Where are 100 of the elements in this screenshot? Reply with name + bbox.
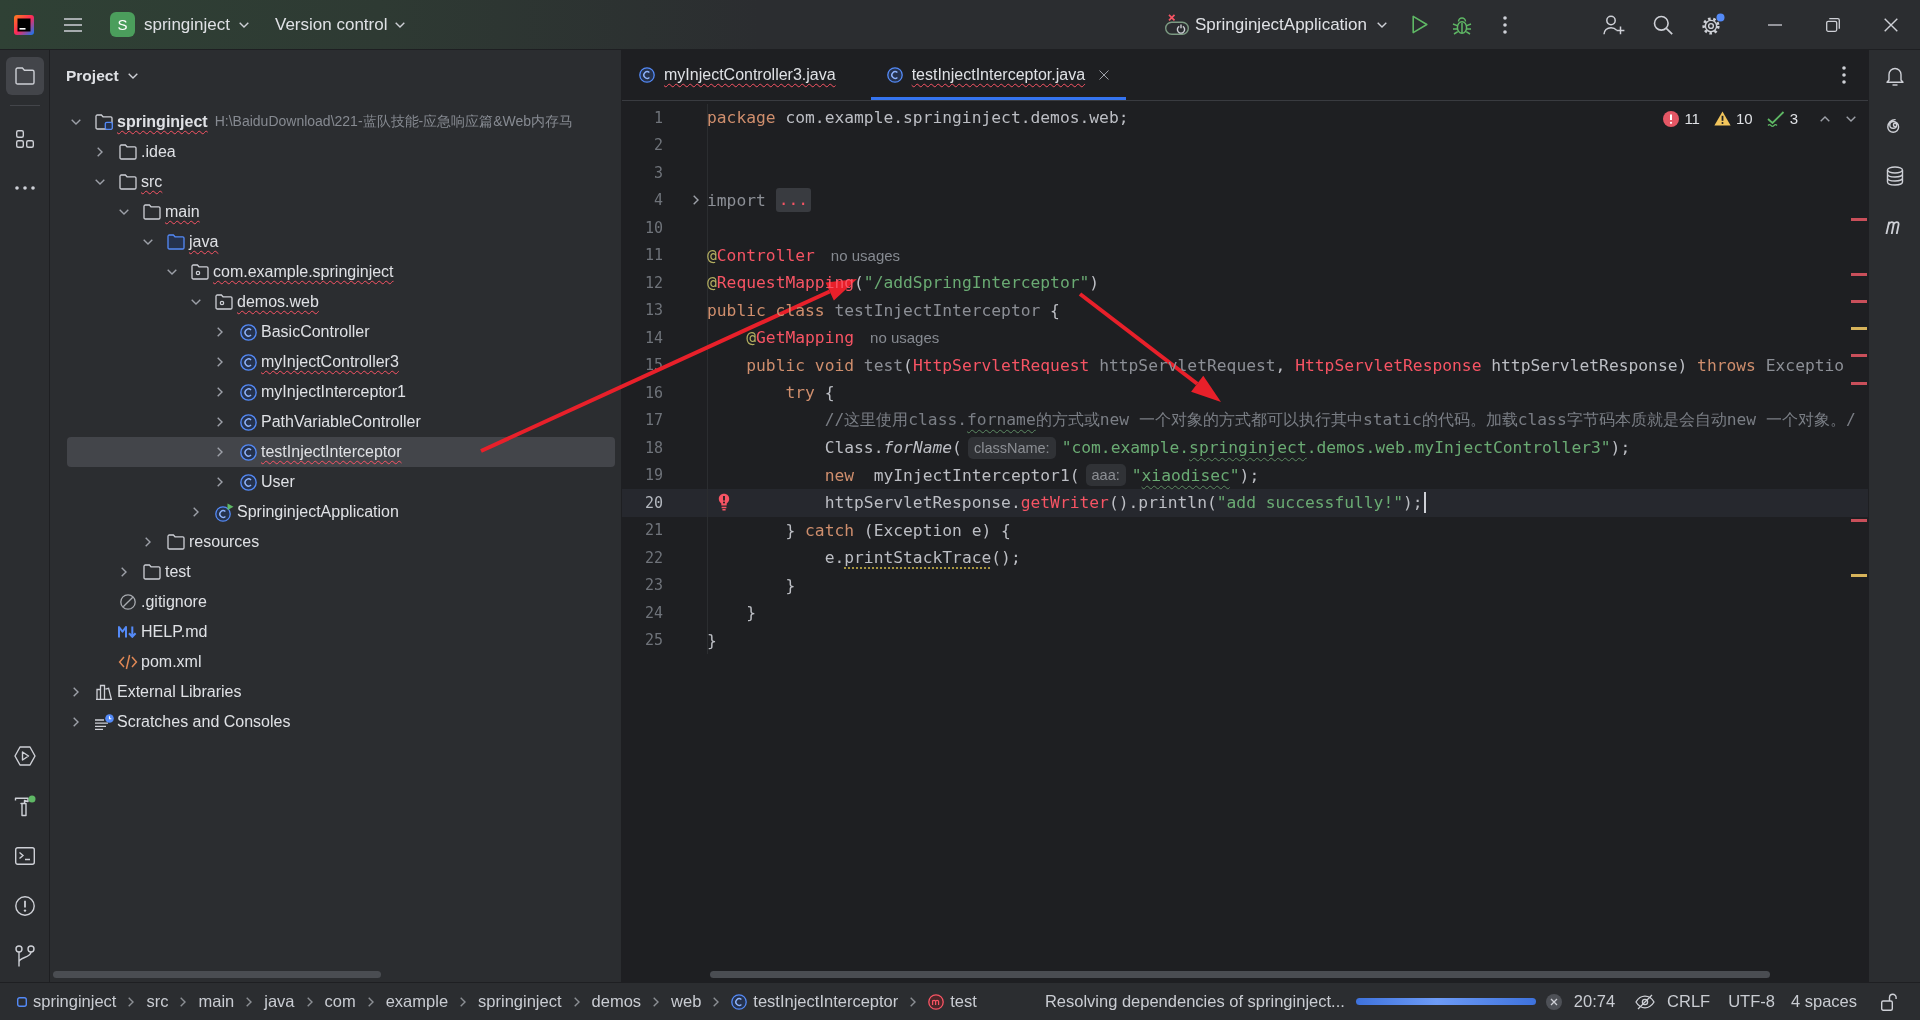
horizontal-scrollbar[interactable] [53, 971, 381, 978]
tree-item[interactable]: SpringinjectApplication [67, 497, 615, 527]
tree-item[interactable]: myInjectController3 [67, 347, 615, 377]
breadcrumb[interactable]: java [264, 992, 295, 1011]
close-icon[interactable] [1099, 70, 1110, 80]
tree-item[interactable]: demos.web [67, 287, 615, 317]
search-icon[interactable] [1653, 14, 1673, 35]
chevron-right-icon[interactable] [217, 387, 223, 397]
breadcrumb[interactable]: test [928, 992, 977, 1011]
tree-item[interactable]: Scratches and Consoles [67, 707, 615, 737]
play-icon[interactable] [1412, 15, 1428, 34]
bulb-icon[interactable] [718, 493, 730, 511]
tree-item[interactable]: User [67, 467, 615, 497]
warning-count[interactable]: 10 [1713, 110, 1753, 127]
eye-slash-icon[interactable] [1635, 993, 1656, 1010]
chevron-up-icon[interactable] [1820, 115, 1830, 122]
menu-icon[interactable] [64, 17, 82, 32]
tree-item[interactable]: springinject H:\BaiduDownload\221-蓝队技能-应急响应篇&Web内存马 [67, 107, 615, 137]
chevron-right-icon[interactable] [121, 567, 127, 577]
breadcrumb[interactable]: springinject [478, 992, 562, 1011]
bug-icon[interactable] [1452, 14, 1472, 35]
tree-item[interactable]: java [67, 227, 615, 257]
minimize-icon[interactable] [1768, 23, 1782, 26]
breadcrumb[interactable]: testInjectInterceptor [731, 992, 899, 1011]
tree-item[interactable]: pom.xml [67, 647, 615, 677]
tree-item[interactable]: testInjectInterceptor [67, 437, 615, 467]
breadcrumb[interactable]: web [671, 992, 702, 1011]
chevron-down-icon[interactable] [1846, 115, 1856, 122]
tree-item[interactable]: src [67, 167, 615, 197]
line-number: 23 [643, 576, 663, 595]
background-task-text[interactable]: Resolving dependencies of springinject... [1044, 992, 1345, 1011]
panel-title[interactable]: Project [66, 66, 138, 85]
restore-icon[interactable] [1826, 17, 1840, 32]
chevron-right-icon[interactable] [217, 447, 223, 457]
chevron-right-icon[interactable] [193, 507, 199, 517]
project-selector[interactable]: S springinject [110, 8, 249, 41]
branch-icon[interactable] [14, 945, 35, 967]
database-icon[interactable] [1885, 166, 1904, 186]
breadcrumb[interactable]: springinject [17, 992, 117, 1011]
chevron-down-icon[interactable] [191, 299, 201, 305]
terminal-icon[interactable] [14, 847, 35, 865]
tree-item[interactable]: main [67, 197, 615, 227]
tree-item[interactable]: External Libraries [67, 677, 615, 707]
settings-icon[interactable] [1701, 12, 1725, 37]
chevron-right-icon[interactable] [217, 357, 223, 367]
tree-item[interactable]: resources [67, 527, 615, 557]
tree-item[interactable]: .idea [67, 137, 615, 167]
tree-item[interactable]: com.example.springinject [67, 257, 615, 287]
tool-window-button[interactable] [5, 57, 44, 95]
chevron-down-icon[interactable] [143, 239, 153, 245]
tree-item[interactable]: HELP.md [67, 617, 615, 647]
line-separator[interactable]: CRLF [1667, 992, 1711, 1011]
chevron-right-icon[interactable] [217, 327, 223, 337]
tree-item[interactable]: PathVariableController [67, 407, 615, 437]
tree-item[interactable]: myInjectInterceptor1 [67, 377, 615, 407]
caret-position[interactable]: 20:74 [1573, 992, 1616, 1011]
tree-item[interactable]: BasicController [67, 317, 615, 347]
squares-icon[interactable] [14, 129, 35, 149]
tree-item[interactable]: .gitignore [67, 587, 615, 617]
breadcrumb[interactable]: src [146, 992, 169, 1011]
breadcrumb[interactable]: demos [591, 992, 642, 1011]
bell-icon[interactable] [1885, 66, 1904, 86]
error-count[interactable]: 11 [1663, 110, 1700, 127]
breadcrumb[interactable]: com [324, 992, 356, 1011]
typo-count[interactable]: 3 [1766, 110, 1798, 127]
padlock-icon[interactable] [1881, 992, 1897, 1011]
horizontal-scrollbar[interactable] [710, 971, 1770, 978]
chevron-down-icon[interactable] [119, 209, 129, 215]
vcs-selector[interactable]: Version control [275, 8, 406, 41]
ellipsis-icon[interactable] [14, 186, 35, 190]
breadcrumb[interactable]: main [198, 992, 235, 1011]
run-configuration-selector[interactable]: SpringinjectApplication [1165, 8, 1387, 41]
chevron-down-icon[interactable] [167, 269, 177, 275]
more-icon[interactable] [1503, 15, 1507, 34]
folder-icon[interactable] [14, 67, 35, 85]
tree-item[interactable]: test [67, 557, 615, 587]
file-encoding[interactable]: UTF-8 [1728, 992, 1775, 1011]
exclamation-circle-icon[interactable] [14, 896, 35, 916]
chevron-right-icon[interactable] [73, 717, 79, 727]
add-person-icon[interactable] [1603, 14, 1625, 35]
chevron-right-icon[interactable] [97, 147, 103, 157]
breadcrumb[interactable]: example [385, 992, 449, 1011]
hammer-icon[interactable] [13, 795, 36, 817]
chevron-down-icon[interactable] [71, 119, 81, 125]
indent-setting[interactable]: 4 spaces [1790, 992, 1857, 1011]
more-icon[interactable] [1842, 66, 1846, 84]
chevron-down-icon[interactable] [95, 179, 105, 185]
editor-tab[interactable]: myInjectController3.java [623, 50, 853, 100]
usages-hint[interactable]: no usages [870, 329, 940, 347]
close-icon[interactable] [1884, 17, 1898, 32]
chevron-right-icon[interactable] [73, 687, 79, 697]
chevron-right-icon[interactable] [217, 417, 223, 427]
usages-hint[interactable]: no usages [830, 246, 901, 264]
editor-tab[interactable]: testInjectInterceptor.java [870, 50, 1127, 100]
app-logo-icon[interactable] [14, 14, 34, 35]
chevron-right-icon[interactable] [145, 537, 151, 547]
chevron-right-icon[interactable] [217, 477, 223, 487]
chevron-right-icon[interactable] [693, 195, 699, 206]
cancel-icon[interactable] [1545, 993, 1562, 1010]
run-icon[interactable] [13, 746, 36, 766]
